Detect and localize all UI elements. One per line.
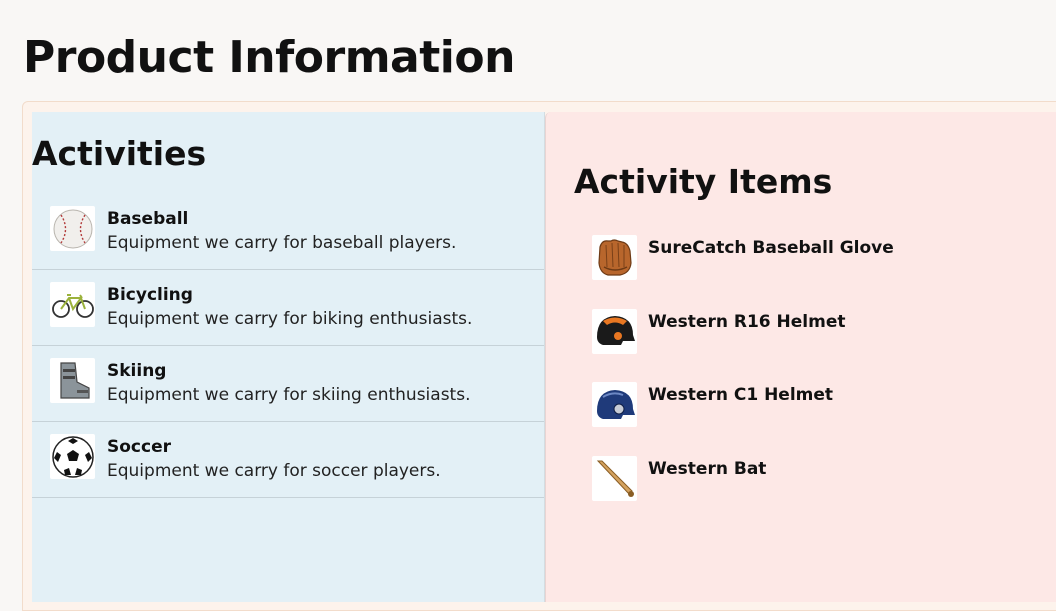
activity-description: Equipment we carry for skiing enthusiast… (107, 385, 471, 405)
bicycle-icon (50, 282, 95, 327)
activity-name: Skiing (107, 361, 167, 381)
batting-helmet-blue-icon (592, 382, 637, 427)
activity-item-soccer[interactable]: Soccer Equipment we carry for soccer pla… (32, 422, 544, 498)
soccer-ball-icon (50, 434, 95, 479)
ski-boot-icon (50, 358, 95, 403)
activity-description: Equipment we carry for biking enthusiast… (107, 309, 473, 329)
product-name: Western C1 Helmet (648, 385, 834, 405)
product-item-surecatch-glove[interactable]: SureCatch Baseball Glove (546, 232, 1046, 306)
product-item-western-r16-helmet[interactable]: Western R16 Helmet (546, 306, 1046, 380)
activity-list: Baseball Equipment we carry for baseball… (32, 194, 544, 498)
activity-items-heading: Activity Items (574, 162, 833, 201)
activities-pane: Activities Baseball Equipment we carry f… (32, 112, 545, 602)
product-name: SureCatch Baseball Glove (648, 238, 894, 258)
activity-description: Equipment we carry for baseball players. (107, 233, 457, 253)
batting-helmet-orange-icon (592, 308, 637, 354)
activity-item-list: SureCatch Baseball Glove Western R16 Hel… (546, 232, 1046, 526)
activity-item-bicycling[interactable]: Bicycling Equipment we carry for biking … (32, 270, 544, 346)
page-title: Product Information (23, 32, 515, 83)
product-name: Western R16 Helmet (648, 311, 846, 332)
activity-name: Baseball (107, 209, 189, 229)
activity-item-skiing[interactable]: Skiing Equipment we carry for skiing ent… (32, 346, 544, 422)
activity-items-pane: Activity Items SureCatch Baseball Glove (545, 112, 1056, 602)
baseball-icon (50, 206, 95, 251)
activity-name: Soccer (107, 437, 171, 457)
product-item-western-bat[interactable]: Western Bat (546, 453, 1046, 527)
activity-name: Bicycling (107, 285, 193, 305)
product-item-western-c1-helmet[interactable]: Western C1 Helmet (546, 379, 1046, 453)
activities-heading: Activities (32, 134, 207, 173)
baseball-glove-icon (592, 235, 637, 280)
baseball-bat-icon (592, 455, 637, 501)
product-name: Western Bat (648, 458, 767, 479)
activity-description: Equipment we carry for soccer players. (107, 461, 441, 481)
activity-item-baseball[interactable]: Baseball Equipment we carry for baseball… (32, 194, 544, 270)
